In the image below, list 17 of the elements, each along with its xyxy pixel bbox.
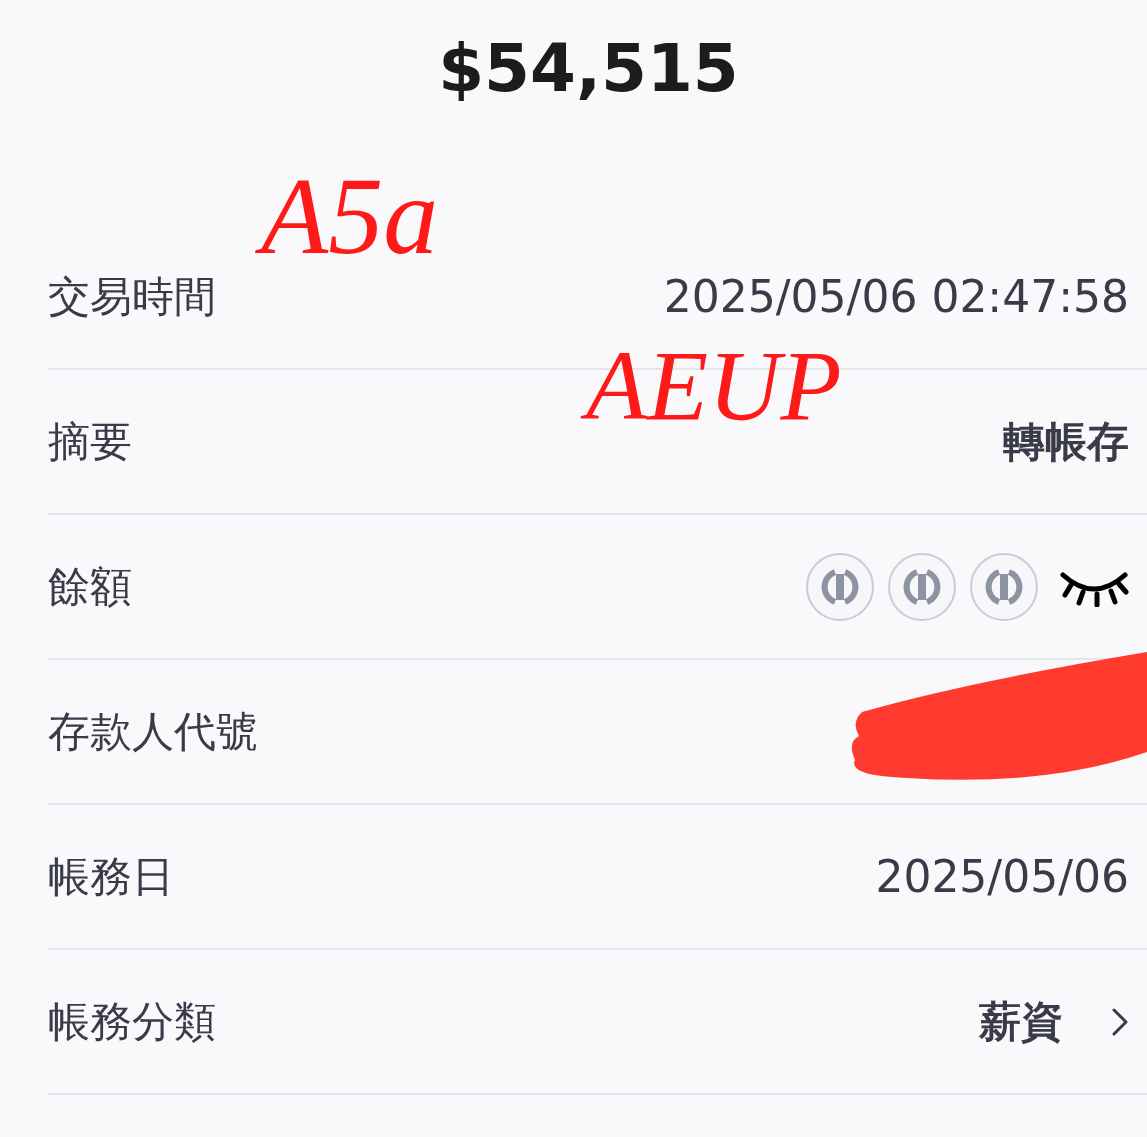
amount: $54,515 — [438, 36, 739, 109]
handwritten-note: A5a — [245, 150, 455, 282]
row-value: 轉帳存 — [1003, 416, 1129, 468]
row-value: 2025/05/06 02:47:58 — [663, 269, 1129, 324]
row-value: 2025/05/06 — [875, 849, 1129, 904]
coin-icon — [805, 551, 875, 622]
row-label: 存款人代號 — [48, 706, 258, 758]
coin-icon — [969, 551, 1039, 622]
handwritten-note: AEUP — [570, 326, 858, 446]
row-label: 交易時間 — [48, 271, 216, 323]
row-value[interactable]: 薪資 — [979, 990, 1063, 1053]
chevron-right-icon[interactable] — [1111, 1006, 1129, 1037]
coin-icon — [887, 551, 957, 622]
row-label: 摘要 — [48, 416, 132, 468]
row-label: 餘額 — [48, 561, 132, 613]
row-label: 帳務分類 — [48, 996, 216, 1048]
row-label: 帳務日 — [48, 851, 174, 903]
